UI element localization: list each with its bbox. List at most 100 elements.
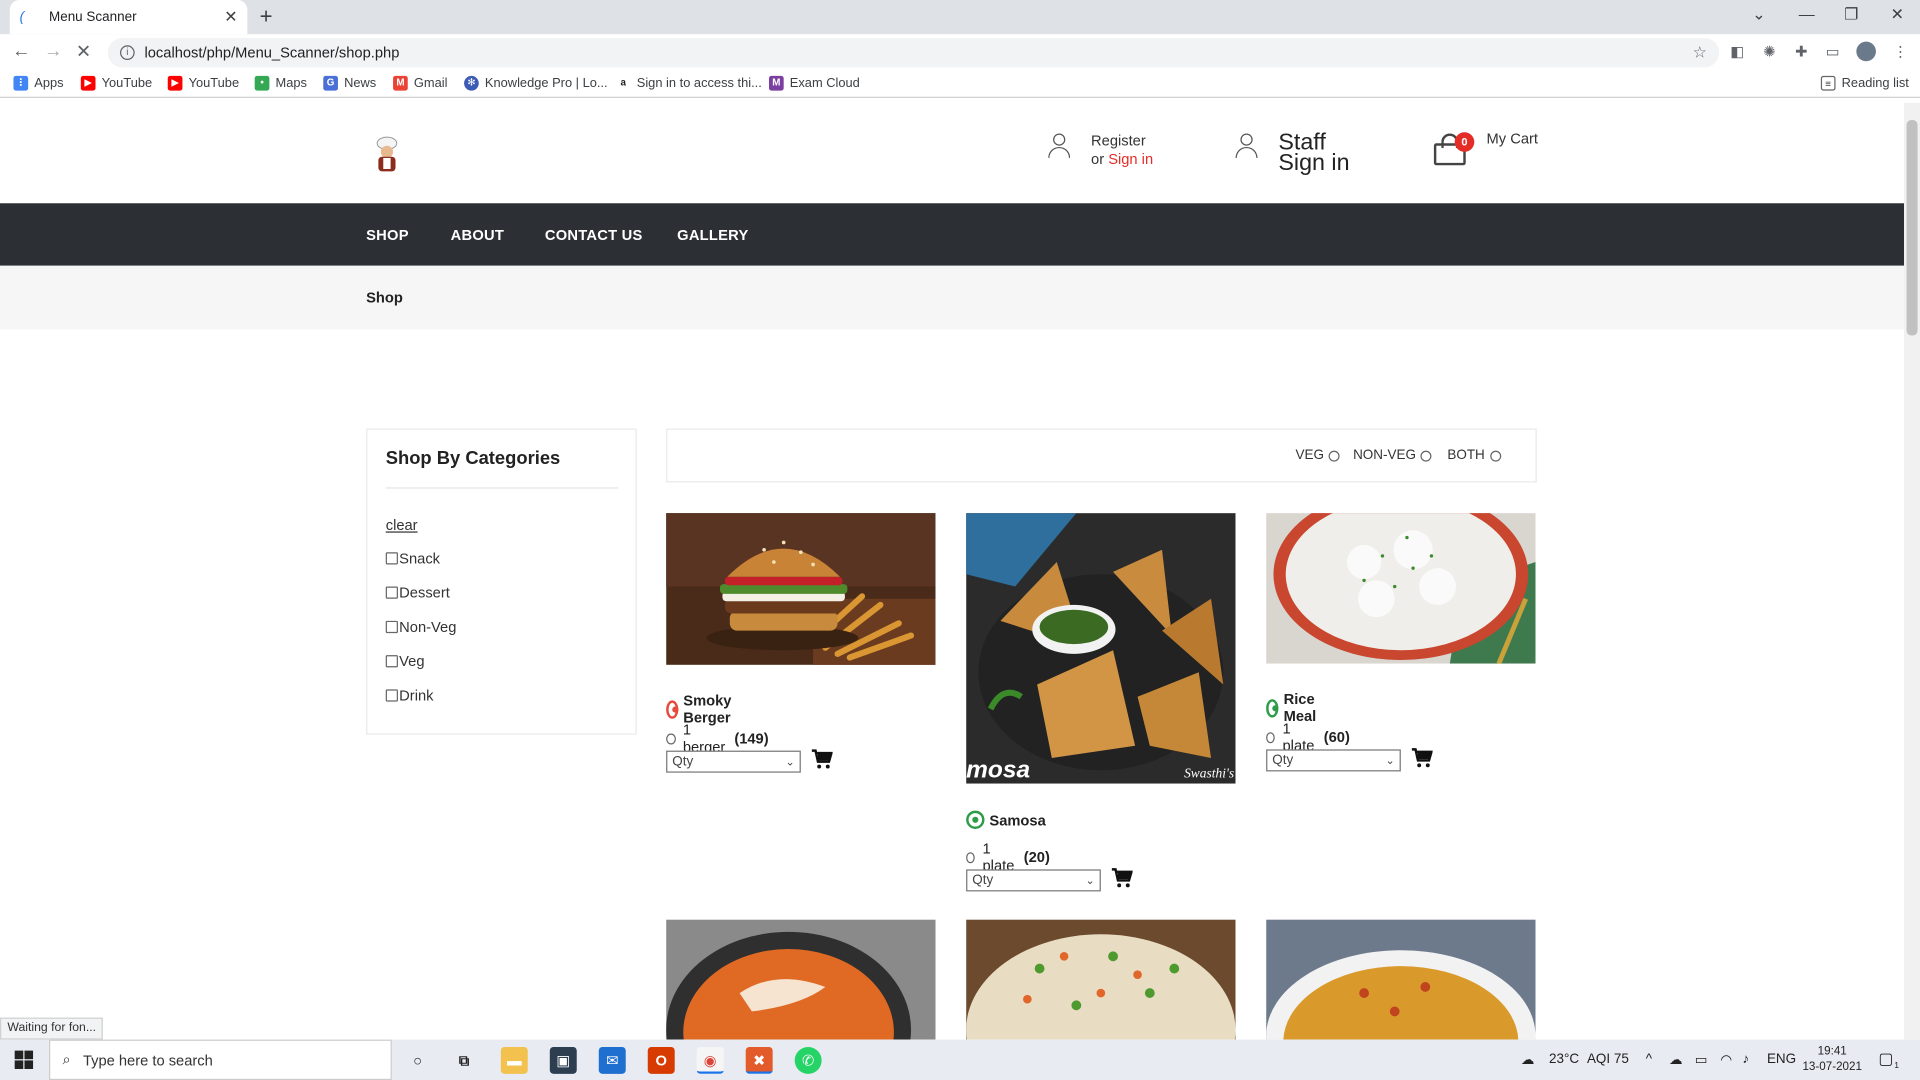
radio-button[interactable]: [1328, 450, 1340, 462]
category-snack[interactable]: Snack: [385, 550, 440, 567]
nav-shop[interactable]: SHOP: [366, 227, 409, 244]
clear-filter-link[interactable]: clear: [386, 517, 418, 534]
minimize-icon[interactable]: —: [1799, 5, 1815, 23]
taskbar-clock[interactable]: 19:41 13-07-2021: [1802, 1043, 1862, 1075]
bookmark-youtube-1[interactable]: ▶ YouTube: [80, 75, 152, 91]
tab-close-icon[interactable]: ✕: [224, 7, 237, 27]
add-to-cart-icon[interactable]: [1111, 867, 1133, 889]
file-explorer-icon[interactable]: ▬: [500, 1046, 528, 1074]
register-link[interactable]: Register: [1091, 132, 1153, 150]
cart-button[interactable]: 0: [1433, 132, 1475, 166]
filter-non-veg[interactable]: NON-VEG: [1353, 448, 1432, 463]
category-non-veg[interactable]: Non-Veg: [385, 618, 456, 636]
bookmark-gmail[interactable]: M Gmail: [393, 75, 447, 91]
window-close-icon[interactable]: ✕: [1891, 5, 1904, 25]
add-to-cart-icon[interactable]: [1411, 747, 1433, 769]
category-sidebar: Shop By Categories clear Snack Dessert N…: [366, 428, 637, 735]
radio-button[interactable]: [1489, 450, 1501, 462]
bookmark-knowledge-pro[interactable]: ✻ Knowledge Pro | Lo...: [464, 75, 608, 91]
fried-rice-image[interactable]: [966, 919, 1236, 1040]
my-cart-link[interactable]: My Cart: [1487, 130, 1538, 147]
burger-image[interactable]: [666, 513, 936, 665]
nav-gallery[interactable]: GALLERY: [677, 227, 748, 244]
wifi-icon[interactable]: ◠: [1720, 1052, 1732, 1068]
store-icon[interactable]: ▣: [549, 1046, 577, 1074]
volume-icon[interactable]: ♪: [1742, 1052, 1749, 1067]
windows-start-icon[interactable]: [14, 1050, 34, 1069]
profile-avatar-icon[interactable]: [1856, 41, 1876, 62]
quantity-select[interactable]: Qty ⌄: [1266, 749, 1401, 772]
sign-in-link[interactable]: Sign in: [1108, 151, 1153, 168]
weather-icon[interactable]: ☁: [1521, 1052, 1534, 1068]
extension-icon[interactable]: ◧: [1730, 43, 1744, 60]
category-drink[interactable]: Drink: [385, 687, 433, 704]
battery-icon[interactable]: ▭: [1695, 1052, 1708, 1068]
category-dessert[interactable]: Dessert: [385, 584, 450, 601]
radio-button[interactable]: [1420, 450, 1432, 462]
nav-contact-us[interactable]: CONTACT US: [545, 227, 643, 244]
notification-center-icon[interactable]: ▢: [1878, 1049, 1893, 1069]
gmail-icon: M: [393, 75, 408, 91]
chevron-up-icon[interactable]: ^: [1646, 1052, 1652, 1067]
checkbox[interactable]: [385, 586, 398, 599]
chrome-icon[interactable]: ◉: [696, 1046, 724, 1074]
quantity-select[interactable]: Qty ⌄: [666, 750, 801, 773]
filter-both[interactable]: BOTH: [1447, 448, 1501, 463]
forward-arrow-icon[interactable]: →: [44, 40, 62, 61]
scrollbar-thumb[interactable]: [1906, 120, 1918, 336]
bookmark-exam-cloud[interactable]: M Exam Cloud: [768, 75, 860, 91]
stop-loading-icon[interactable]: ✕: [76, 40, 91, 63]
checkbox[interactable]: [385, 689, 398, 702]
checkbox[interactable]: [385, 655, 398, 668]
radio-button[interactable]: [966, 851, 976, 863]
cortana-icon[interactable]: ○: [404, 1047, 431, 1074]
page-scrollbar[interactable]: [1904, 102, 1920, 1040]
quantity-select[interactable]: Qty ⌄: [966, 869, 1101, 892]
new-tab-icon[interactable]: +: [260, 4, 273, 30]
nav-about[interactable]: ABOUT: [451, 227, 504, 244]
windows-taskbar: ⌕ Type here to search ○ ⧉ ▬ ▣ ✉ O ◉ ✖ ✆ …: [0, 1039, 1920, 1080]
radio-button[interactable]: [1266, 731, 1276, 743]
tab-search-icon[interactable]: ⌄: [1752, 5, 1765, 25]
staff-signin-block[interactable]: Staff Sign in: [1234, 131, 1350, 175]
reading-list[interactable]: ≡ Reading list: [1820, 75, 1909, 91]
chef-logo[interactable]: [372, 135, 401, 174]
add-to-cart-icon[interactable]: [811, 748, 833, 770]
restore-icon[interactable]: ❐: [1844, 5, 1858, 25]
extensions-puzzle-icon[interactable]: ✚: [1795, 43, 1807, 60]
radio-button[interactable]: [666, 732, 676, 744]
browser-tab[interactable]: ( Menu Scanner ✕: [9, 0, 248, 35]
bookmark-news[interactable]: G News: [323, 75, 376, 91]
rice-meal-image[interactable]: [1266, 513, 1536, 664]
bookmark-apps[interactable]: ⋮ Apps: [13, 75, 64, 91]
site-info-icon[interactable]: i: [120, 45, 135, 61]
office-icon[interactable]: O: [647, 1046, 675, 1074]
address-bar[interactable]: i localhost/php/Menu_Scanner/shop.php ☆: [107, 37, 1720, 68]
task-view-icon[interactable]: ⧉: [451, 1047, 478, 1074]
category-veg[interactable]: Veg: [385, 653, 425, 670]
onedrive-icon[interactable]: ☁: [1669, 1052, 1682, 1068]
bookmark-youtube-2[interactable]: ▶ YouTube: [167, 75, 239, 91]
samosa-image[interactable]: mosa Swasthi's: [966, 513, 1236, 784]
browser-menu-icon[interactable]: ⋮: [1893, 43, 1908, 60]
biryani-image[interactable]: [1266, 919, 1536, 1040]
browser-tab-strip: ( Menu Scanner ✕ + ⌄ — ❐ ✕: [0, 0, 1920, 35]
xampp-icon[interactable]: ✖: [745, 1046, 773, 1074]
mail-icon[interactable]: ✉: [598, 1046, 626, 1074]
bookmark-amazon[interactable]: a Sign in to access thi...: [615, 75, 762, 91]
filter-veg[interactable]: VEG: [1296, 448, 1340, 463]
bookmark-maps[interactable]: • Maps: [254, 75, 307, 91]
cast-icon[interactable]: ▭: [1826, 43, 1840, 60]
checkbox[interactable]: [385, 620, 398, 634]
weather-aqi[interactable]: AQI 75: [1587, 1052, 1629, 1067]
input-language[interactable]: ENG: [1767, 1052, 1796, 1067]
taskbar-search-box[interactable]: ⌕ Type here to search: [48, 1039, 392, 1080]
weather-temperature[interactable]: 23°C: [1549, 1052, 1579, 1067]
whatsapp-icon[interactable]: ✆: [794, 1046, 822, 1074]
or-text: or: [1091, 150, 1105, 168]
bookmark-star-icon[interactable]: ☆: [1693, 43, 1707, 63]
checkbox[interactable]: [385, 552, 398, 565]
back-arrow-icon[interactable]: ←: [12, 40, 30, 61]
extension-bug-icon[interactable]: ✺: [1763, 43, 1775, 60]
curry-image[interactable]: [666, 919, 936, 1040]
